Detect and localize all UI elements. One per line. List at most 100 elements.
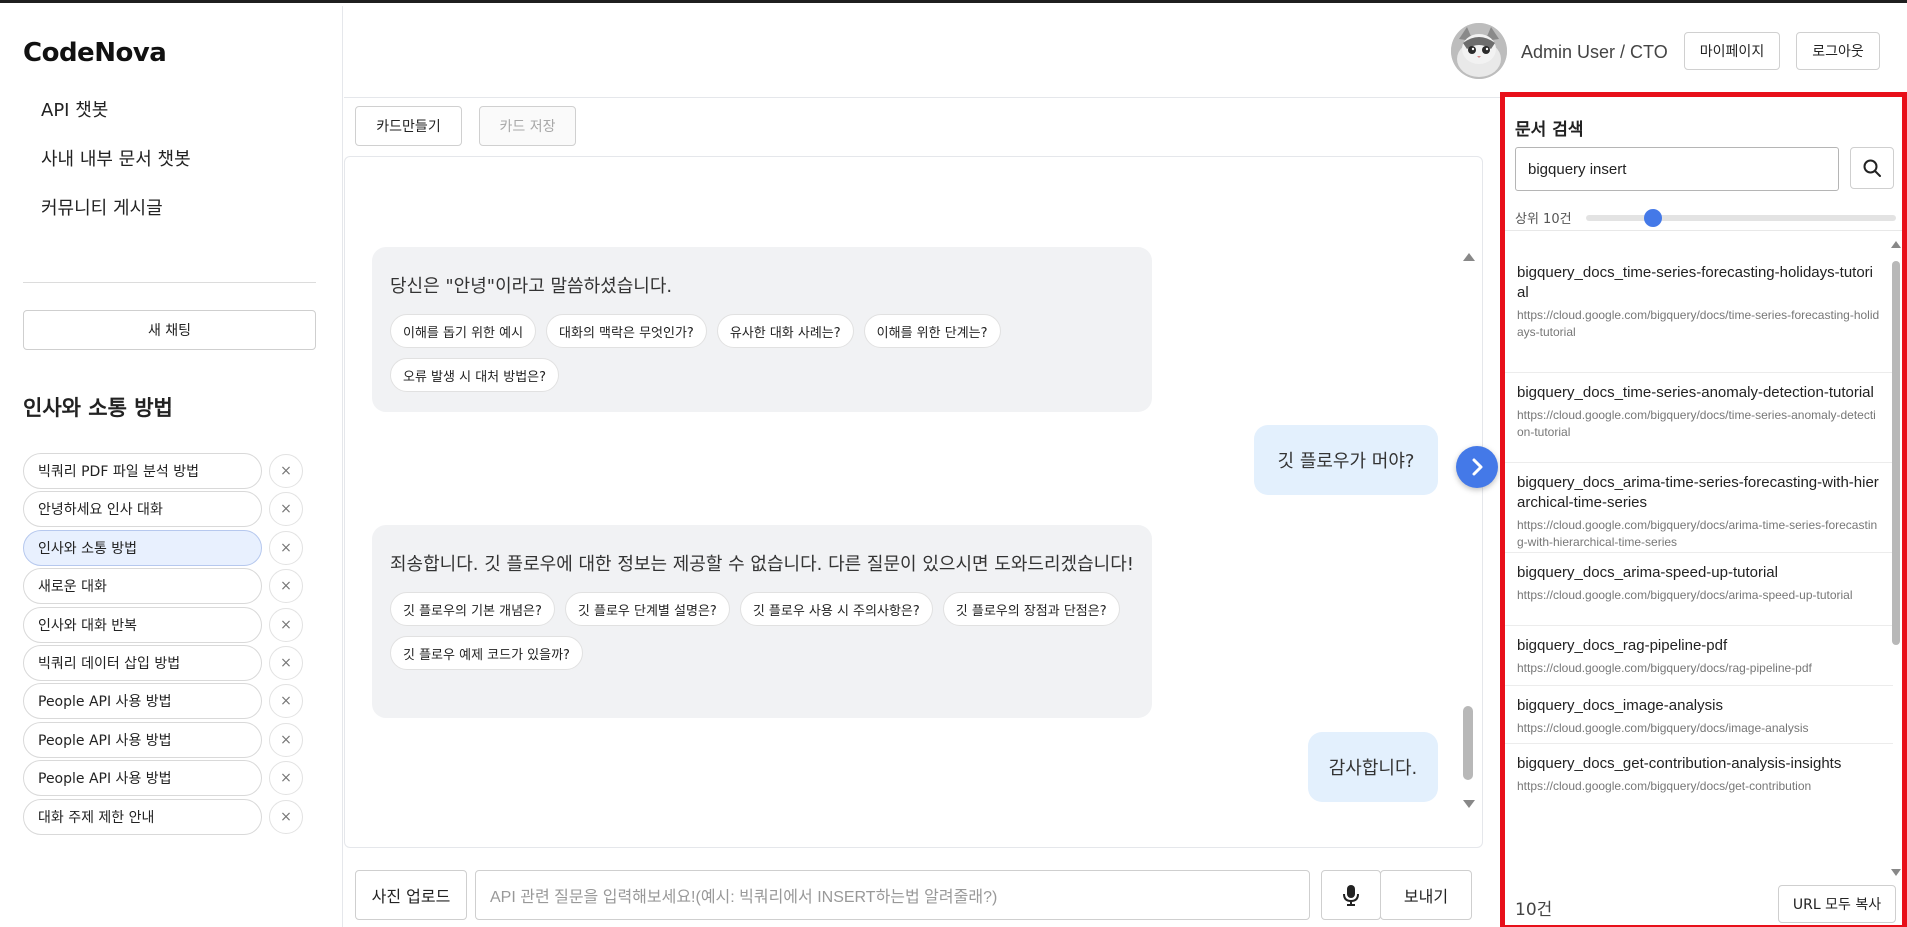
chat-history-label[interactable]: People API 사용 방법 — [23, 683, 262, 719]
suggestion-chip[interactable]: 이해를 돕기 위한 예시 — [390, 314, 537, 348]
delete-chat-icon[interactable]: × — [269, 761, 303, 795]
nav-item-api-chatbot[interactable]: API 챗봇 — [41, 96, 108, 122]
chat-history-item[interactable]: 빅쿼리 PDF 파일 분석 방법 × — [23, 453, 320, 489]
mypage-button[interactable]: 마이페이지 — [1684, 32, 1780, 70]
delete-chat-icon[interactable]: × — [269, 531, 303, 565]
chat-history-label[interactable]: 인사와 소통 방법 — [23, 530, 262, 566]
delete-chat-icon[interactable]: × — [269, 646, 303, 680]
delete-chat-icon[interactable]: × — [269, 454, 303, 488]
chat-history-label[interactable]: People API 사용 방법 — [23, 722, 262, 758]
top-k-slider-thumb[interactable] — [1644, 209, 1662, 227]
doc-search-input[interactable]: bigquery insert — [1515, 147, 1839, 191]
doc-result-title[interactable]: bigquery_docs_time-series-forecasting-ho… — [1517, 263, 1881, 303]
delete-chat-icon[interactable]: × — [269, 608, 303, 642]
delete-chat-icon[interactable]: × — [269, 492, 303, 526]
chat-history-label[interactable]: People API 사용 방법 — [23, 760, 262, 796]
photo-upload-button[interactable]: 사진 업로드 — [355, 870, 467, 920]
chat-history-item[interactable]: 새로운 대화 × — [23, 568, 320, 604]
microphone-button[interactable] — [1321, 870, 1381, 920]
doc-result-title[interactable]: bigquery_docs_image-analysis — [1517, 696, 1881, 716]
scroll-up-arrow[interactable] — [1463, 253, 1475, 261]
toggle-doc-panel-button[interactable] — [1456, 446, 1498, 488]
doc-result-item[interactable]: bigquery_docs_image-analysis https://clo… — [1505, 686, 1893, 744]
suggestion-chip[interactable]: 이해를 위한 단계는? — [863, 314, 1001, 348]
delete-chat-icon[interactable]: × — [269, 569, 303, 603]
suggestion-chip[interactable]: 대화의 맥락은 무엇인가? — [546, 314, 707, 348]
doc-result-url[interactable]: https://cloud.google.com/bigquery/docs/t… — [1517, 407, 1881, 441]
user-name-role: Admin User / CTO — [1521, 42, 1668, 62]
user-message: 깃 플로우가 머야? — [1254, 425, 1438, 495]
top-bar: Admin User / CTO 마이페이지 로그아웃 — [344, 6, 1907, 98]
nav-item-internal-docs-chatbot[interactable]: 사내 내부 문서 챗봇 — [41, 145, 191, 171]
doc-result-url[interactable]: https://cloud.google.com/bigquery/docs/i… — [1517, 720, 1881, 737]
suggestion-chip[interactable]: 깃 플로우 단계별 설명은? — [564, 592, 730, 626]
chat-history-label[interactable]: 안녕하세요 인사 대화 — [23, 491, 262, 527]
copy-all-urls-button[interactable]: URL 모두 복사 — [1778, 885, 1896, 923]
chat-scrollbar-thumb[interactable] — [1463, 706, 1473, 780]
user-message: 감사합니다. — [1308, 732, 1438, 802]
new-chat-button[interactable]: 새 채팅 — [23, 310, 316, 350]
avatar[interactable] — [1451, 23, 1507, 79]
suggestion-chip[interactable]: 오류 발생 시 대처 방법은? — [390, 358, 560, 392]
suggestion-chip[interactable]: 깃 플로우 예제 코드가 있을까? — [390, 636, 583, 670]
bot-message: 죄송합니다. 깃 플로우에 대한 정보는 제공할 수 없습니다. 다른 질문이 … — [372, 525, 1152, 718]
doc-result-title[interactable]: bigquery_docs_arima-speed-up-tutorial — [1517, 563, 1881, 583]
doc-result-title[interactable]: bigquery_docs_get-contribution-analysis-… — [1517, 754, 1881, 774]
brand-logo[interactable]: CodeNova — [23, 38, 167, 68]
chat-history-item[interactable]: People API 사용 방법 × — [23, 760, 320, 796]
chat-history-label[interactable]: 인사와 대화 반복 — [23, 607, 262, 643]
doc-result-item[interactable]: bigquery_docs_rag-pipeline-pdf https://c… — [1505, 626, 1893, 686]
chat-history-item[interactable]: 안녕하세요 인사 대화 × — [23, 491, 320, 527]
suggestion-chips: 깃 플로우의 기본 개념은? 깃 플로우 단계별 설명은? 깃 플로우 사용 시… — [390, 592, 1134, 670]
chat-history-label[interactable]: 새로운 대화 — [23, 568, 262, 604]
chat-history-label[interactable]: 빅쿼리 PDF 파일 분석 방법 — [23, 453, 262, 489]
suggestion-chip[interactable]: 유사한 대화 사례는? — [716, 314, 854, 348]
save-card-button[interactable]: 카드 저장 — [479, 106, 576, 146]
doc-result-item[interactable]: bigquery_docs_time-series-forecasting-ho… — [1505, 263, 1893, 373]
logout-button[interactable]: 로그아웃 — [1796, 32, 1880, 70]
chat-history-item[interactable]: People API 사용 방법 × — [23, 683, 320, 719]
chat-history-item[interactable]: 인사와 소통 방법 × — [23, 530, 320, 566]
suggestion-chip[interactable]: 깃 플로우의 장점과 단점은? — [942, 592, 1120, 626]
send-button[interactable]: 보내기 — [1380, 870, 1472, 920]
doc-result-item[interactable]: bigquery_docs_time-series-anomaly-detect… — [1505, 373, 1893, 463]
results-scroll-up-arrow[interactable] — [1891, 241, 1901, 248]
chat-history-item[interactable]: 대화 주제 제한 안내 × — [23, 799, 320, 835]
doc-result-url[interactable]: https://cloud.google.com/bigquery/docs/t… — [1517, 307, 1881, 341]
doc-result-title[interactable]: bigquery_docs_time-series-anomaly-detect… — [1517, 383, 1881, 403]
nav-item-community-posts[interactable]: 커뮤니티 게시글 — [41, 194, 163, 220]
results-scrollbar-thumb[interactable] — [1892, 261, 1900, 645]
suggestion-chip[interactable]: 깃 플로우 사용 시 주의사항은? — [739, 592, 933, 626]
chat-history-label[interactable]: 빅쿼리 데이터 삽입 방법 — [23, 645, 262, 681]
message-input[interactable]: API 관련 질문을 입력해보세요!(예시: 빅쿼리에서 INSERT하는법 알… — [475, 870, 1310, 920]
doc-result-url[interactable]: https://cloud.google.com/bigquery/docs/a… — [1517, 587, 1881, 604]
scroll-down-arrow[interactable] — [1463, 800, 1475, 808]
doc-result-url[interactable]: https://cloud.google.com/bigquery/docs/g… — [1517, 778, 1881, 795]
doc-result-item[interactable]: bigquery_docs_arima-speed-up-tutorial ht… — [1505, 553, 1893, 626]
delete-chat-icon[interactable]: × — [269, 723, 303, 757]
sidebar: CodeNova API 챗봇 사내 내부 문서 챗봇 커뮤니티 게시글 새 채… — [0, 6, 343, 927]
suggestion-chip[interactable]: 깃 플로우의 기본 개념은? — [390, 592, 555, 626]
chat-history-item[interactable]: People API 사용 방법 × — [23, 722, 320, 758]
chat-messages-panel[interactable]: 당신은 "안녕"이라고 말씀하셨습니다. 이해를 돕기 위한 예시 대화의 맥락… — [344, 156, 1483, 848]
bot-message-text: 당신은 "안녕"이라고 말씀하셨습니다. — [390, 276, 673, 297]
chat-history-item[interactable]: 빅쿼리 데이터 삽입 방법 × — [23, 645, 320, 681]
doc-result-item[interactable]: bigquery_docs_get-contribution-analysis-… — [1505, 744, 1893, 804]
chat-history-label[interactable]: 대화 주제 제한 안내 — [23, 799, 262, 835]
top-k-slider[interactable] — [1586, 215, 1896, 221]
doc-result-item[interactable]: bigquery_docs_arima-time-series-forecast… — [1505, 463, 1893, 553]
microphone-icon — [1343, 885, 1359, 906]
delete-chat-icon[interactable]: × — [269, 684, 303, 718]
doc-result-title[interactable]: bigquery_docs_arima-time-series-forecast… — [1517, 473, 1881, 513]
app-window: CodeNova API 챗봇 사내 내부 문서 챗봇 커뮤니티 게시글 새 채… — [0, 0, 1907, 927]
chat-history-item[interactable]: 인사와 대화 반복 × — [23, 607, 320, 643]
doc-result-url[interactable]: https://cloud.google.com/bigquery/docs/r… — [1517, 660, 1881, 677]
delete-chat-icon[interactable]: × — [269, 800, 303, 834]
make-card-button[interactable]: 카드만들기 — [355, 106, 462, 146]
results-scroll-down-arrow[interactable] — [1891, 869, 1901, 876]
doc-search-button[interactable] — [1850, 147, 1894, 189]
doc-results-list[interactable]: bigquery_docs_time-series-forecasting-ho… — [1505, 230, 1902, 880]
doc-result-title[interactable]: bigquery_docs_rag-pipeline-pdf — [1517, 636, 1881, 656]
message-input-row: 사진 업로드 API 관련 질문을 입력해보세요!(예시: 빅쿼리에서 INSE… — [344, 865, 1500, 921]
doc-result-url[interactable]: https://cloud.google.com/bigquery/docs/a… — [1517, 517, 1881, 551]
